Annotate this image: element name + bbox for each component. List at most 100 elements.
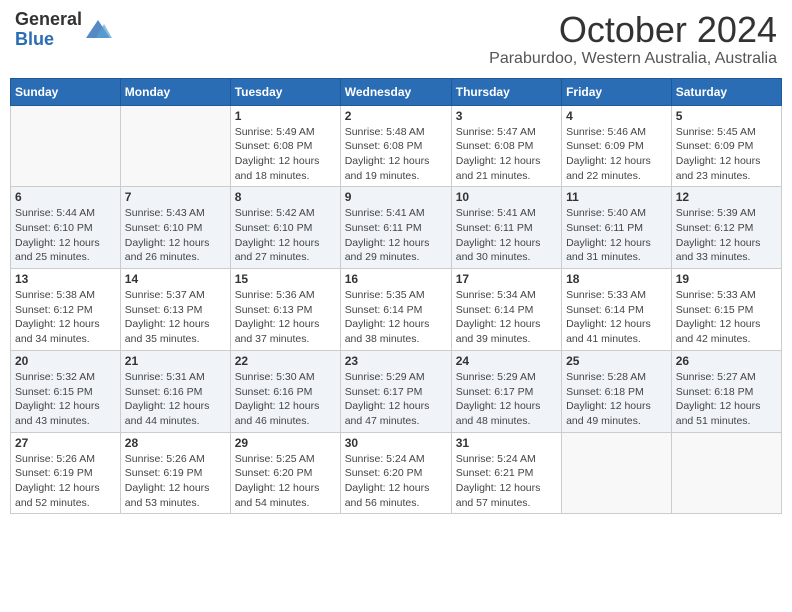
logo-text: General Blue xyxy=(15,10,82,50)
calendar-cell: 5 Sunrise: 5:45 AM Sunset: 6:09 PM Daylig… xyxy=(671,105,781,187)
day-number: 25 xyxy=(566,354,667,368)
day-number: 19 xyxy=(676,272,777,286)
day-info: Sunrise: 5:36 AM Sunset: 6:13 PM Dayligh… xyxy=(235,288,336,347)
logo-general: General xyxy=(15,9,82,29)
calendar-cell: 16 Sunrise: 5:35 AM Sunset: 6:14 PM Dayli… xyxy=(340,269,451,351)
day-info: Sunrise: 5:49 AM Sunset: 6:08 PM Dayligh… xyxy=(235,125,336,184)
calendar-cell: 17 Sunrise: 5:34 AM Sunset: 6:14 PM Dayli… xyxy=(451,269,561,351)
day-info: Sunrise: 5:33 AM Sunset: 6:14 PM Dayligh… xyxy=(566,288,667,347)
day-number: 20 xyxy=(15,354,116,368)
day-info: Sunrise: 5:46 AM Sunset: 6:09 PM Dayligh… xyxy=(566,125,667,184)
calendar-cell xyxy=(671,432,781,514)
calendar-cell: 19 Sunrise: 5:33 AM Sunset: 6:15 PM Dayli… xyxy=(671,269,781,351)
calendar-cell: 12 Sunrise: 5:39 AM Sunset: 6:12 PM Dayli… xyxy=(671,187,781,269)
calendar-cell: 20 Sunrise: 5:32 AM Sunset: 6:15 PM Dayli… xyxy=(11,350,121,432)
header-saturday: Saturday xyxy=(671,78,781,105)
day-number: 30 xyxy=(345,436,447,450)
day-info: Sunrise: 5:25 AM Sunset: 6:20 PM Dayligh… xyxy=(235,452,336,511)
day-info: Sunrise: 5:40 AM Sunset: 6:11 PM Dayligh… xyxy=(566,206,667,265)
day-info: Sunrise: 5:41 AM Sunset: 6:11 PM Dayligh… xyxy=(345,206,447,265)
day-number: 13 xyxy=(15,272,116,286)
calendar-table: SundayMondayTuesdayWednesdayThursdayFrid… xyxy=(10,78,782,515)
header-sunday: Sunday xyxy=(11,78,121,105)
subtitle: Paraburdoo, Western Australia, Australia xyxy=(489,50,777,68)
day-number: 12 xyxy=(676,190,777,204)
calendar-cell: 14 Sunrise: 5:37 AM Sunset: 6:13 PM Dayli… xyxy=(120,269,230,351)
day-info: Sunrise: 5:41 AM Sunset: 6:11 PM Dayligh… xyxy=(456,206,557,265)
calendar-week-3: 13 Sunrise: 5:38 AM Sunset: 6:12 PM Dayli… xyxy=(11,269,782,351)
day-info: Sunrise: 5:35 AM Sunset: 6:14 PM Dayligh… xyxy=(345,288,447,347)
day-info: Sunrise: 5:39 AM Sunset: 6:12 PM Dayligh… xyxy=(676,206,777,265)
header-thursday: Thursday xyxy=(451,78,561,105)
calendar-cell: 29Sunrise: 5:25 AM Sunset: 6:20 PM Dayli… xyxy=(230,432,340,514)
calendar-cell: 28Sunrise: 5:26 AM Sunset: 6:19 PM Dayli… xyxy=(120,432,230,514)
day-info: Sunrise: 5:47 AM Sunset: 6:08 PM Dayligh… xyxy=(456,125,557,184)
day-number: 1 xyxy=(235,109,336,123)
day-info: Sunrise: 5:34 AM Sunset: 6:14 PM Dayligh… xyxy=(456,288,557,347)
calendar-cell xyxy=(562,432,672,514)
calendar-cell: 9 Sunrise: 5:41 AM Sunset: 6:11 PM Daylig… xyxy=(340,187,451,269)
day-info: Sunrise: 5:32 AM Sunset: 6:15 PM Dayligh… xyxy=(15,370,116,429)
calendar-cell: 7 Sunrise: 5:43 AM Sunset: 6:10 PM Daylig… xyxy=(120,187,230,269)
day-info: Sunrise: 5:30 AM Sunset: 6:16 PM Dayligh… xyxy=(235,370,336,429)
day-info: Sunrise: 5:24 AM Sunset: 6:21 PM Dayligh… xyxy=(456,452,557,511)
day-number: 6 xyxy=(15,190,116,204)
title-block: October 2024 Paraburdoo, Western Austral… xyxy=(489,10,777,68)
calendar-cell: 22Sunrise: 5:30 AM Sunset: 6:16 PM Dayli… xyxy=(230,350,340,432)
calendar-cell: 18 Sunrise: 5:33 AM Sunset: 6:14 PM Dayli… xyxy=(562,269,672,351)
calendar-cell: 2 Sunrise: 5:48 AM Sunset: 6:08 PM Daylig… xyxy=(340,105,451,187)
day-info: Sunrise: 5:48 AM Sunset: 6:08 PM Dayligh… xyxy=(345,125,447,184)
calendar-cell: 3 Sunrise: 5:47 AM Sunset: 6:08 PM Daylig… xyxy=(451,105,561,187)
header-tuesday: Tuesday xyxy=(230,78,340,105)
day-number: 7 xyxy=(125,190,226,204)
day-number: 31 xyxy=(456,436,557,450)
day-info: Sunrise: 5:27 AM Sunset: 6:18 PM Dayligh… xyxy=(676,370,777,429)
day-info: Sunrise: 5:29 AM Sunset: 6:17 PM Dayligh… xyxy=(345,370,447,429)
day-number: 24 xyxy=(456,354,557,368)
calendar-cell: 4Sunrise: 5:46 AM Sunset: 6:09 PM Daylig… xyxy=(562,105,672,187)
day-number: 27 xyxy=(15,436,116,450)
day-info: Sunrise: 5:42 AM Sunset: 6:10 PM Dayligh… xyxy=(235,206,336,265)
day-number: 8 xyxy=(235,190,336,204)
day-number: 18 xyxy=(566,272,667,286)
day-number: 5 xyxy=(676,109,777,123)
day-number: 3 xyxy=(456,109,557,123)
day-number: 10 xyxy=(456,190,557,204)
day-number: 21 xyxy=(125,354,226,368)
day-number: 2 xyxy=(345,109,447,123)
day-number: 16 xyxy=(345,272,447,286)
calendar-cell: 21Sunrise: 5:31 AM Sunset: 6:16 PM Dayli… xyxy=(120,350,230,432)
day-number: 17 xyxy=(456,272,557,286)
month-title: October 2024 xyxy=(489,10,777,50)
header-monday: Monday xyxy=(120,78,230,105)
calendar-cell: 13 Sunrise: 5:38 AM Sunset: 6:12 PM Dayli… xyxy=(11,269,121,351)
day-number: 15 xyxy=(235,272,336,286)
calendar-cell: 24Sunrise: 5:29 AM Sunset: 6:17 PM Dayli… xyxy=(451,350,561,432)
calendar-cell: 26 Sunrise: 5:27 AM Sunset: 6:18 PM Dayli… xyxy=(671,350,781,432)
calendar-cell: 1 Sunrise: 5:49 AM Sunset: 6:08 PM Daylig… xyxy=(230,105,340,187)
day-info: Sunrise: 5:28 AM Sunset: 6:18 PM Dayligh… xyxy=(566,370,667,429)
day-number: 11 xyxy=(566,190,667,204)
calendar-week-5: 27Sunrise: 5:26 AM Sunset: 6:19 PM Dayli… xyxy=(11,432,782,514)
day-info: Sunrise: 5:33 AM Sunset: 6:15 PM Dayligh… xyxy=(676,288,777,347)
calendar-cell xyxy=(11,105,121,187)
calendar-cell: 23 Sunrise: 5:29 AM Sunset: 6:17 PM Dayli… xyxy=(340,350,451,432)
calendar-week-1: 1 Sunrise: 5:49 AM Sunset: 6:08 PM Daylig… xyxy=(11,105,782,187)
day-info: Sunrise: 5:43 AM Sunset: 6:10 PM Dayligh… xyxy=(125,206,226,265)
day-info: Sunrise: 5:38 AM Sunset: 6:12 PM Dayligh… xyxy=(15,288,116,347)
day-number: 26 xyxy=(676,354,777,368)
calendar-cell: 11 Sunrise: 5:40 AM Sunset: 6:11 PM Dayli… xyxy=(562,187,672,269)
logo: General Blue xyxy=(15,10,112,50)
calendar-week-2: 6 Sunrise: 5:44 AM Sunset: 6:10 PM Daylig… xyxy=(11,187,782,269)
day-number: 23 xyxy=(345,354,447,368)
logo-icon xyxy=(84,16,112,44)
day-info: Sunrise: 5:24 AM Sunset: 6:20 PM Dayligh… xyxy=(345,452,447,511)
day-number: 9 xyxy=(345,190,447,204)
header-friday: Friday xyxy=(562,78,672,105)
calendar-header-row: SundayMondayTuesdayWednesdayThursdayFrid… xyxy=(11,78,782,105)
day-info: Sunrise: 5:44 AM Sunset: 6:10 PM Dayligh… xyxy=(15,206,116,265)
day-number: 14 xyxy=(125,272,226,286)
day-info: Sunrise: 5:37 AM Sunset: 6:13 PM Dayligh… xyxy=(125,288,226,347)
calendar-cell: 10 Sunrise: 5:41 AM Sunset: 6:11 PM Dayli… xyxy=(451,187,561,269)
day-info: Sunrise: 5:45 AM Sunset: 6:09 PM Dayligh… xyxy=(676,125,777,184)
